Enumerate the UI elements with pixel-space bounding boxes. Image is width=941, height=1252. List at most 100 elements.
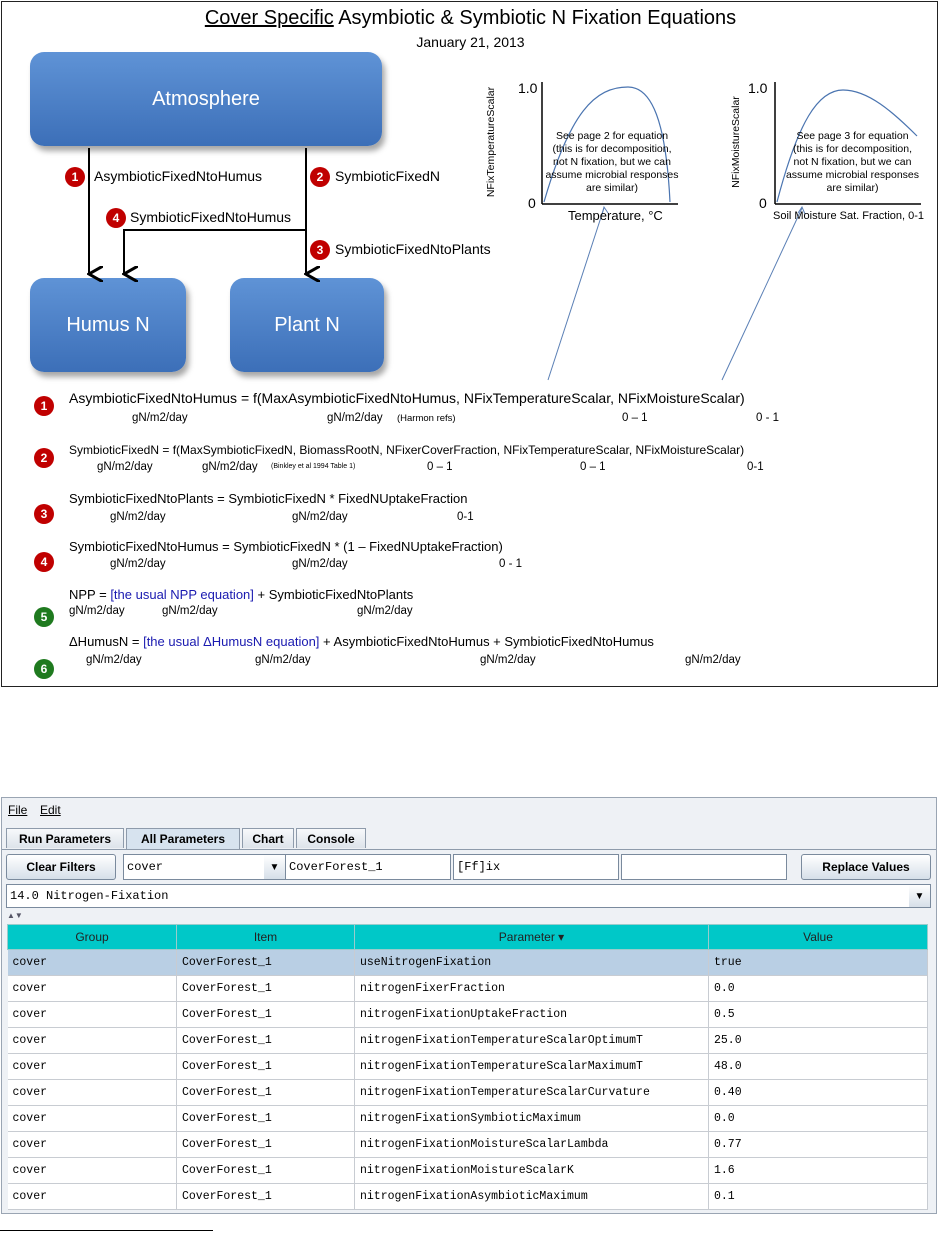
column-header-group[interactable]: Group: [7, 924, 177, 950]
table-row[interactable]: cover CoverForest_1 nitrogenFixationUptake…: [7, 1001, 928, 1028]
cell-group[interactable]: cover: [7, 949, 177, 976]
eq6-unit: gN/m2/day: [255, 654, 311, 666]
eq-1: AsymbioticFixedNtoHumus = f(MaxAsymbioti…: [69, 390, 745, 406]
table-row[interactable]: cover CoverForest_1 nitrogenFixationTemper…: [7, 1079, 928, 1106]
cell-parameter[interactable]: nitrogenFixationTemperatureScalarOptimum…: [354, 1027, 709, 1054]
menu-edit-label: Edit: [40, 803, 61, 817]
cell-item[interactable]: CoverForest_1: [176, 975, 355, 1002]
plot1-ymax: 1.0: [518, 80, 538, 96]
eq-badge-6: 6: [34, 659, 54, 679]
cell-value[interactable]: 48.0: [708, 1053, 928, 1080]
eq1-unit: 0 - 1: [756, 412, 780, 424]
eq1-unit-ref: (Harmon refs): [397, 413, 456, 424]
plot2-ylabel: NFixMoistureScalar: [730, 96, 742, 188]
tab-run-parameters[interactable]: Run Parameters: [6, 828, 124, 848]
cell-parameter[interactable]: nitrogenFixationTemperatureScalarCurvatu…: [354, 1079, 709, 1106]
parameter-editor-window: File Edit Run Parameters All Parameters …: [1, 797, 937, 1214]
plot1-xlabel: Temperature, °C: [568, 208, 663, 223]
table-row[interactable]: cover CoverForest_1 nitrogenFixationTemper…: [7, 1027, 928, 1054]
cell-value[interactable]: 0.5: [708, 1001, 928, 1028]
cell-parameter[interactable]: nitrogenFixationTemperatureScalarMaximum…: [354, 1053, 709, 1080]
cell-item[interactable]: CoverForest_1: [176, 1183, 355, 1210]
flow-badge-1: 1: [65, 167, 85, 187]
replace-values-button[interactable]: Replace Values: [801, 854, 931, 880]
cell-value[interactable]: 0.40: [708, 1079, 928, 1106]
plot2-note-line: (this is for decomposition,: [792, 143, 913, 155]
cell-group[interactable]: cover: [7, 1131, 177, 1158]
cell-parameter[interactable]: nitrogenFixationMoistureScalarK: [354, 1157, 709, 1184]
cell-value[interactable]: 1.6: [708, 1157, 928, 1184]
tab-all-parameters[interactable]: All Parameters: [126, 828, 240, 849]
cell-item[interactable]: CoverForest_1: [176, 1027, 355, 1054]
table-row[interactable]: cover CoverForest_1 nitrogenFixationMoistu…: [7, 1131, 928, 1158]
cell-parameter[interactable]: useNitrogenFixation: [354, 949, 709, 976]
cell-group[interactable]: cover: [7, 1079, 177, 1106]
table-row[interactable]: cover CoverForest_1 nitrogenFixationSymbio…: [7, 1105, 928, 1132]
eq4-unit: 0 - 1: [499, 558, 523, 570]
group-filter-combo[interactable]: cover: [123, 854, 265, 880]
section-select-dropdown[interactable]: ▼: [909, 884, 931, 908]
cell-value[interactable]: true: [708, 949, 928, 976]
plot2-note-line: See page 3 for equation: [796, 130, 909, 142]
table-row[interactable]: cover CoverForest_1 nitrogenFixerFraction 0…: [7, 975, 928, 1002]
cell-value[interactable]: 0.0: [708, 975, 928, 1002]
menu-file[interactable]: File: [8, 803, 27, 817]
menu-edit[interactable]: Edit: [40, 803, 61, 817]
cell-item[interactable]: CoverForest_1: [176, 1105, 355, 1132]
eq3-unit: gN/m2/day: [292, 511, 348, 523]
cell-group[interactable]: cover: [7, 1001, 177, 1028]
cell-group[interactable]: cover: [7, 1027, 177, 1054]
splitter-handle[interactable]: ▲▼: [7, 911, 23, 920]
item-filter-input[interactable]: CoverForest_1: [285, 854, 451, 880]
eq-badge-5: 5: [34, 607, 54, 627]
cell-item[interactable]: CoverForest_1: [176, 1131, 355, 1158]
cell-item[interactable]: CoverForest_1: [176, 1053, 355, 1080]
footnote-rule: [0, 1230, 213, 1231]
table-row[interactable]: cover CoverForest_1 nitrogenFixationAsymbi…: [7, 1183, 928, 1210]
eq-3: SymbioticFixedNtoPlants = SymbioticFixed…: [69, 491, 468, 506]
eq4-unit: gN/m2/day: [110, 558, 166, 570]
cell-group[interactable]: cover: [7, 1053, 177, 1080]
cell-value[interactable]: 0.77: [708, 1131, 928, 1158]
section-select[interactable]: 14.0 Nitrogen-Fixation: [6, 884, 910, 908]
plot1-note-line: assume microbial responses: [545, 169, 679, 181]
table-row[interactable]: cover CoverForest_1 nitrogenFixationMoistu…: [7, 1157, 928, 1184]
plot1-ylabel: NFixTemperatureScalar: [485, 86, 497, 198]
group-filter-dropdown[interactable]: ▼: [264, 854, 286, 880]
cell-parameter[interactable]: nitrogenFixerFraction: [354, 975, 709, 1002]
cell-group[interactable]: cover: [7, 1157, 177, 1184]
eq5-unit: gN/m2/day: [69, 605, 125, 617]
eq-4: SymbioticFixedNtoHumus = SymbioticFixedN…: [69, 539, 503, 554]
tab-console[interactable]: Console: [296, 828, 366, 848]
table-row[interactable]: cover CoverForest_1 nitrogenFixationTemper…: [7, 1053, 928, 1080]
column-header-value[interactable]: Value: [708, 924, 928, 950]
eq2-unit-ref: (Binkley et al 1994 Table 1): [271, 463, 356, 470]
table-row[interactable]: cover CoverForest_1 useNitrogenFixation tru…: [7, 949, 928, 976]
cell-item[interactable]: CoverForest_1: [176, 949, 355, 976]
eq2-unit: gN/m2/day: [202, 461, 258, 473]
cell-item[interactable]: CoverForest_1: [176, 1001, 355, 1028]
cell-item[interactable]: CoverForest_1: [176, 1079, 355, 1106]
cell-value[interactable]: 25.0: [708, 1027, 928, 1054]
flow-label-1: AsymbioticFixedNtoHumus: [94, 168, 263, 184]
cell-group[interactable]: cover: [7, 975, 177, 1002]
value-filter-input[interactable]: [621, 854, 787, 880]
cell-group[interactable]: cover: [7, 1105, 177, 1132]
column-header-item[interactable]: Item: [176, 924, 355, 950]
column-header-parameter[interactable]: Parameter ▾: [354, 924, 709, 950]
cell-value[interactable]: 0.1: [708, 1183, 928, 1210]
clear-filters-button[interactable]: Clear Filters: [6, 854, 116, 880]
cell-value[interactable]: 0.0: [708, 1105, 928, 1132]
cell-item[interactable]: CoverForest_1: [176, 1157, 355, 1184]
tab-chart[interactable]: Chart: [242, 828, 294, 848]
eq-badge-2: 2: [34, 448, 54, 468]
nfixation-diagram: Cover Specific Asymbiotic & Symbiotic N …: [1, 1, 938, 687]
cell-parameter[interactable]: nitrogenFixationSymbioticMaximum: [354, 1105, 709, 1132]
eq1-unit: gN/m2/day: [327, 412, 383, 424]
parameter-filter-input[interactable]: [Ff]ix: [453, 854, 619, 880]
cell-parameter[interactable]: nitrogenFixationUptakeFraction: [354, 1001, 709, 1028]
cell-group[interactable]: cover: [7, 1183, 177, 1210]
cell-parameter[interactable]: nitrogenFixationAsymbioticMaximum: [354, 1183, 709, 1210]
eq6-pre: ΔHumusN =: [69, 634, 144, 649]
cell-parameter[interactable]: nitrogenFixationMoistureScalarLambda: [354, 1131, 709, 1158]
